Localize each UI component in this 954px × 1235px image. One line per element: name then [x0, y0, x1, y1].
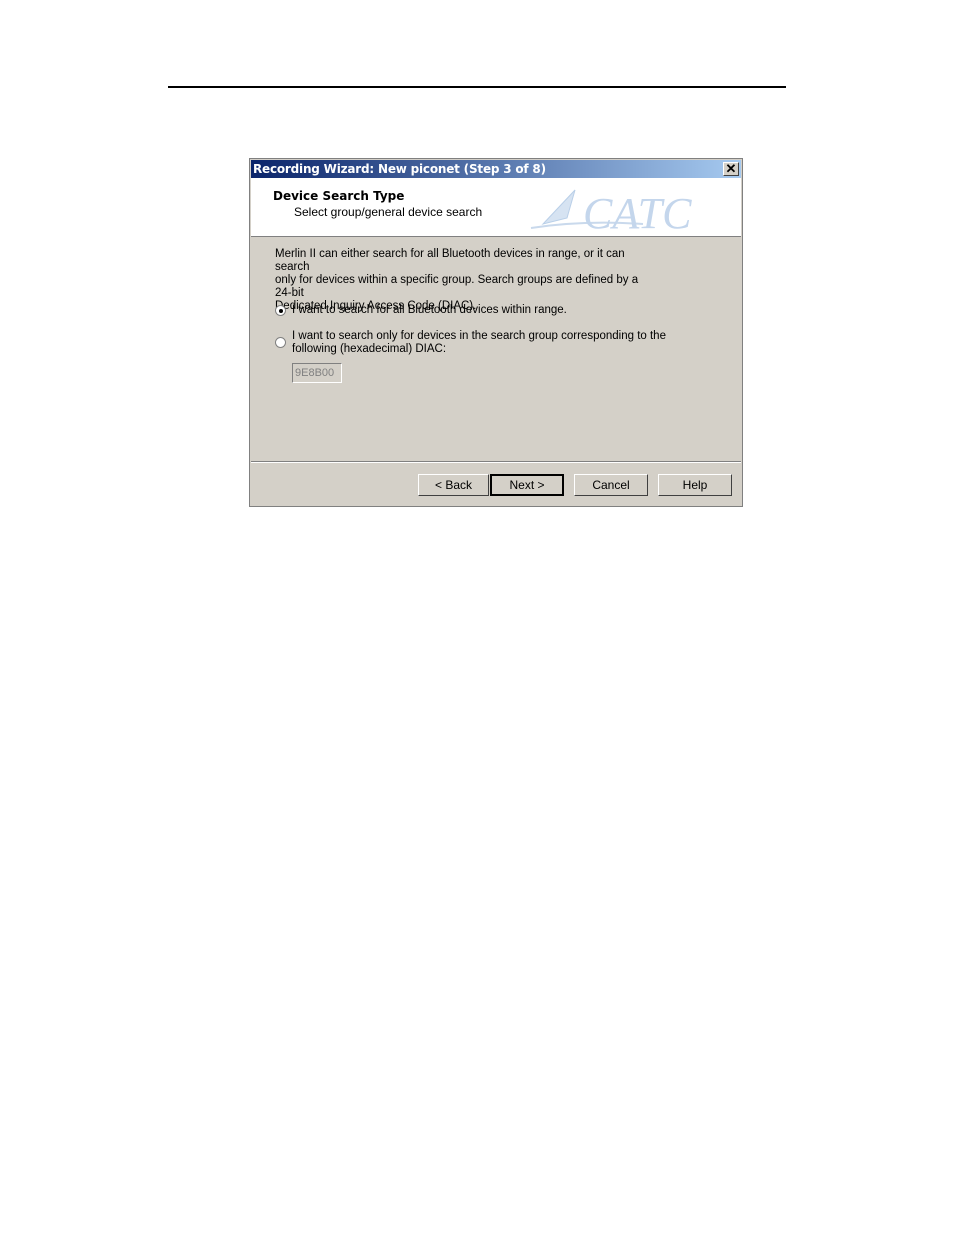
- title-bar[interactable]: Recording Wizard: New piconet (Step 3 of…: [251, 160, 741, 178]
- catc-logo-icon: CATC: [530, 189, 692, 234]
- search-all-radio[interactable]: [275, 305, 286, 316]
- step-subtitle: Select group/general device search: [294, 205, 483, 219]
- intro-line: Merlin II can either search for all Blue…: [275, 248, 625, 273]
- diac-input[interactable]: 9E8B00: [292, 363, 342, 383]
- intro-line: only for devices within a specific group…: [275, 274, 639, 299]
- back-button[interactable]: < Back: [418, 474, 489, 496]
- recording-wizard-dialog: Recording Wizard: New piconet (Step 3 of…: [249, 158, 743, 507]
- next-button[interactable]: Next >: [490, 474, 564, 496]
- close-button[interactable]: ✕: [723, 162, 739, 176]
- cancel-button[interactable]: Cancel: [574, 474, 648, 496]
- search-group-label-line1: I want to search only for devices in the…: [292, 330, 666, 342]
- step-title: Device Search Type: [273, 189, 405, 203]
- close-icon: ✕: [725, 161, 737, 176]
- dialog-title: Recording Wizard: New piconet (Step 3 of…: [253, 162, 546, 176]
- logo-text: CATC: [583, 189, 692, 234]
- help-button[interactable]: Help: [658, 474, 732, 496]
- button-separator: [251, 461, 741, 463]
- page-header-rule: [168, 86, 786, 88]
- search-group-radio[interactable]: [275, 337, 286, 348]
- wizard-header: Device Search Type Select group/general …: [251, 178, 741, 237]
- search-group-label-line2: following (hexadecimal) DIAC:: [292, 343, 447, 355]
- search-all-label: I want to search for all Bluetooth devic…: [292, 304, 567, 316]
